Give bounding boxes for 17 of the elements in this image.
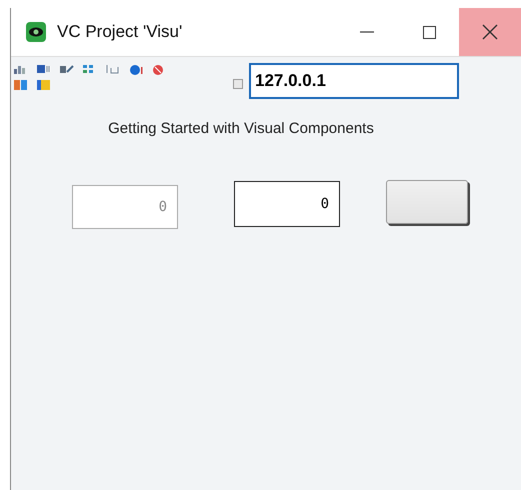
push-button[interactable] bbox=[386, 180, 468, 224]
ip-address-field[interactable]: 127.0.0.1 bbox=[249, 63, 459, 99]
circle-bar-icon[interactable] bbox=[128, 63, 144, 75]
close-button[interactable] bbox=[459, 8, 521, 56]
app-logo-icon bbox=[25, 21, 47, 43]
square-bars-icon[interactable] bbox=[36, 63, 52, 75]
maximize-icon bbox=[421, 24, 437, 40]
checkbox[interactable] bbox=[233, 79, 243, 89]
swatch-icon[interactable] bbox=[36, 79, 52, 91]
heading-text: Getting Started with Visual Components bbox=[107, 120, 375, 137]
close-icon bbox=[481, 23, 499, 41]
window-title: VC Project 'Visu' bbox=[57, 22, 184, 42]
number-field[interactable]: 0 bbox=[234, 181, 340, 227]
chart-tool-icon[interactable] bbox=[59, 63, 75, 75]
bracket-icon[interactable] bbox=[105, 63, 121, 75]
panel-icon[interactable] bbox=[13, 79, 29, 91]
minimize-icon bbox=[360, 31, 374, 33]
